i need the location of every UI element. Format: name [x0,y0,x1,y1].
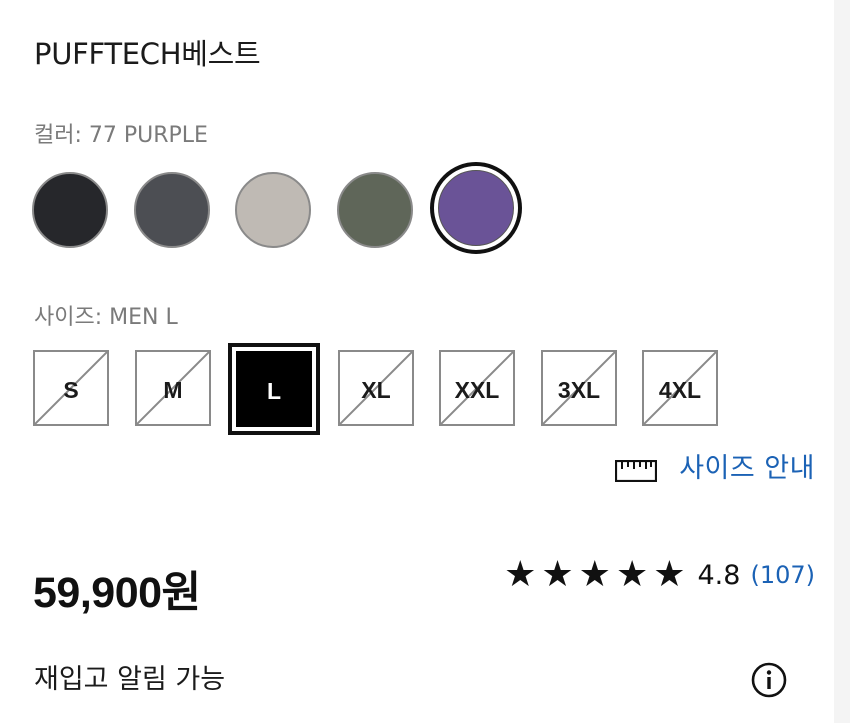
ruler-icon [615,459,658,482]
selected-color-value: 77 PURPLE [88,123,208,148]
size-label-separator: : [94,305,110,330]
size-label: 사이즈: MEN L [34,299,178,331]
star-icon: ★ [578,554,611,595]
size-option-label: XL [361,377,391,403]
size-option-label: 4XL [658,377,702,403]
size-option-m[interactable]: M [135,350,211,426]
size-option-s[interactable]: S [33,350,109,426]
product-price: 59,900원 [33,569,201,617]
star-icon: ★ [615,554,649,595]
review-count-link[interactable]: (107) [750,561,815,589]
size-guide-label: 사이즈 안내 [679,453,815,484]
product-title: PUFFTECH베스트 [34,37,261,71]
product-rating: ★ ★ ★ ★ ★ 4.8 (107) [499,555,815,595]
size-option-xl[interactable]: XL [338,350,414,426]
restock-notice: 재입고 알림 가능 [34,664,226,695]
color-label-separator: : [74,123,89,148]
color-swatch[interactable] [32,172,108,248]
star-icon: ★ [504,554,537,595]
size-option-4xl[interactable]: 4XL [642,350,718,426]
color-label-text: 컬러 [34,123,75,148]
color-swatch-fill [438,170,514,246]
color-swatch[interactable] [337,172,413,248]
color-swatch[interactable] [134,172,210,248]
star-icon: ★ [653,554,686,595]
size-label-text: 사이즈 [34,305,95,330]
size-guide-link[interactable]: 사이즈 안내 [615,446,815,485]
size-option-label: S [63,377,79,403]
color-swatch[interactable] [235,172,311,248]
size-option-label: XXL [454,377,500,403]
star-icon: ★ [541,554,574,595]
size-option-label: L [266,378,282,404]
star-rating: ★ ★ ★ ★ ★ [499,555,685,595]
size-option-label: 3XL [557,377,601,403]
size-option-l[interactable]: L [228,343,320,435]
selected-size-value: MEN L [109,305,178,330]
info-icon[interactable] [751,662,787,698]
selected-size-fill: L [236,351,312,427]
rating-score: 4.8 [697,559,741,591]
scrollbar-track [834,0,850,723]
size-option-label: M [163,377,183,403]
size-option-xxl[interactable]: XXL [439,350,515,426]
color-label: 컬러: 77 PURPLE [34,117,208,149]
size-option-3xl[interactable]: 3XL [541,350,617,426]
color-swatch-selected[interactable] [430,162,522,254]
